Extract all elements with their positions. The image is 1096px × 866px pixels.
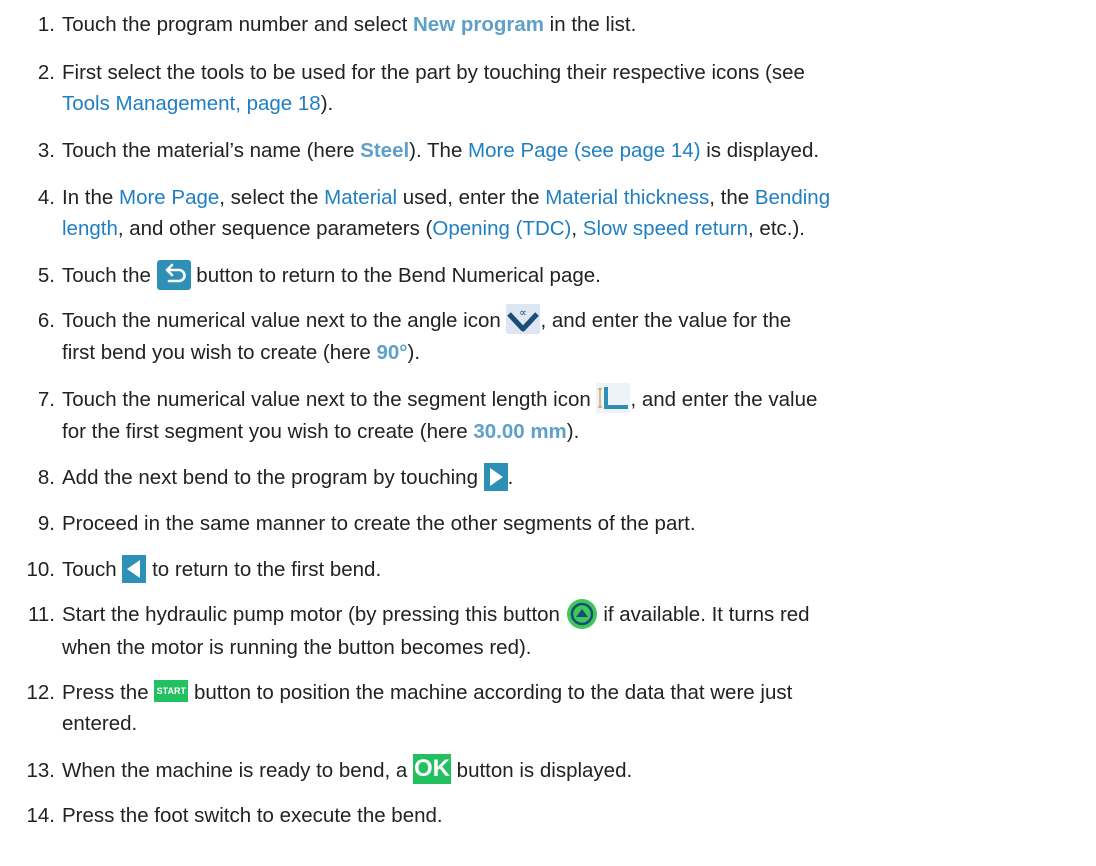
text: Touch the numerical value next to the se…	[62, 388, 597, 411]
step-text: First select the tools to be used for th…	[62, 57, 1082, 119]
previous-bend-icon[interactable]	[122, 554, 147, 583]
step-number: 4.	[37, 186, 55, 209]
step-text: Touch the button to return to the Bend N…	[62, 259, 1082, 292]
link-opening-tdc[interactable]: Opening (TDC)	[432, 217, 571, 240]
text: Start the hydraulic pump motor (by press…	[62, 603, 566, 626]
text: Touch the	[62, 264, 157, 287]
step-number: 2.	[37, 61, 55, 84]
link-slow-speed-return[interactable]: Slow speed return	[583, 217, 748, 240]
link-bending-length[interactable]: Bending	[755, 186, 830, 209]
text: button is displayed.	[450, 759, 633, 782]
step-text: When the machine is ready to bend, a OK …	[62, 753, 1082, 787]
text: first bend you wish to create (here	[62, 340, 377, 364]
step-number: 6.	[37, 309, 55, 332]
step-number: 5.	[37, 264, 55, 287]
step-text: Touch the numerical value next to the an…	[62, 303, 1082, 368]
text: Touch the material’s name (here	[62, 139, 361, 162]
back-arrow-icon[interactable]	[156, 259, 191, 290]
highlight-steel: Steel	[360, 139, 410, 162]
link-material-thickness[interactable]: Material thickness	[545, 186, 709, 209]
step-number: 14.	[26, 804, 56, 827]
segment-length-icon	[596, 382, 631, 413]
step-number: 9.	[37, 512, 55, 535]
highlight-segment-value: 30.00 mm	[473, 419, 567, 443]
text: First select the tools to be used for th…	[62, 61, 805, 84]
step-text: Add the next bend to the program by touc…	[62, 462, 1082, 493]
text: Touch the numerical value next to the an…	[62, 309, 507, 332]
step-number: 10.	[26, 558, 56, 581]
step-text: Press the START button to position the m…	[62, 677, 1082, 739]
text: ).	[407, 340, 421, 364]
start-button-icon[interactable]: START	[154, 679, 189, 702]
highlight-angle-value: 90°	[376, 340, 408, 364]
text: , etc.).	[748, 217, 805, 240]
text: ,	[571, 217, 583, 240]
text: Add the next bend to the program by touc…	[62, 466, 484, 489]
highlight-new-program: New program	[412, 13, 544, 36]
text: Press the	[62, 681, 155, 704]
step-text: Touch to return to the first bend.	[62, 554, 1082, 585]
step-number: 3.	[37, 139, 55, 162]
text: , and enter the value	[630, 388, 818, 411]
step-text: Touch the numerical value next to the se…	[62, 382, 1082, 447]
link-tools-management[interactable]: Tools Management, page 18	[62, 92, 321, 115]
link-bending-length[interactable]: length	[62, 217, 118, 240]
text: used, enter the	[397, 186, 546, 209]
text: to return to the first bend.	[146, 558, 382, 581]
text: is displayed.	[700, 139, 820, 162]
pump-motor-icon[interactable]	[566, 598, 598, 630]
step-number: 11.	[28, 603, 55, 626]
text: button to position the machine according…	[188, 681, 793, 704]
text: in the list.	[543, 13, 637, 36]
svg-text:∝: ∝	[520, 306, 528, 319]
step-text: Press the foot switch to execute the ben…	[62, 800, 1082, 831]
link-more-page[interactable]: More Page (see page 14)	[468, 139, 700, 162]
step-text: Touch the material’s name (here Steel). …	[62, 135, 1082, 166]
text: .	[507, 466, 514, 489]
ok-button-icon[interactable]: OK	[412, 753, 451, 784]
step-number: 7.	[37, 388, 55, 411]
step-number: 12.	[26, 681, 56, 704]
step-number: 1.	[37, 13, 55, 36]
step-text: In the More Page, select the Material us…	[62, 182, 1082, 244]
text: button to return to the Bend Numerical p…	[190, 264, 601, 287]
text: , and other sequence parameters (	[117, 217, 433, 240]
text: ).	[566, 419, 580, 443]
text: ).	[320, 92, 334, 115]
text: when the motor is running the button bec…	[62, 635, 532, 659]
next-bend-icon[interactable]	[483, 462, 508, 491]
text: Press the foot switch to execute the ben…	[62, 804, 443, 827]
link-material[interactable]: Material	[324, 186, 397, 209]
text: When the machine is ready to bend, a	[62, 759, 413, 782]
text: Proceed in the same manner to create the…	[62, 512, 696, 535]
link-more-page[interactable]: More Page	[119, 186, 219, 209]
step-text: Start the hydraulic pump motor (by press…	[62, 598, 1082, 663]
text: In the	[62, 186, 119, 209]
text: Touch the program number and select	[62, 13, 413, 36]
text: , the	[709, 186, 755, 209]
text: if available. It turns red	[597, 603, 810, 626]
text: Touch	[62, 558, 123, 581]
text: , and enter the value for the	[540, 309, 792, 332]
angle-icon: ∝	[506, 303, 541, 334]
step-text: Touch the program number and select New …	[62, 9, 1082, 40]
step-number: 8.	[37, 466, 55, 489]
step-text: Proceed in the same manner to create the…	[62, 508, 1082, 539]
step-number: 13.	[26, 759, 56, 782]
text: entered.	[62, 712, 138, 735]
text: for the first segment you wish to create…	[62, 419, 474, 443]
text: ). The	[409, 139, 469, 162]
text: , select the	[219, 186, 325, 209]
instruction-list: 1. Touch the program number and select N…	[0, 0, 1096, 866]
